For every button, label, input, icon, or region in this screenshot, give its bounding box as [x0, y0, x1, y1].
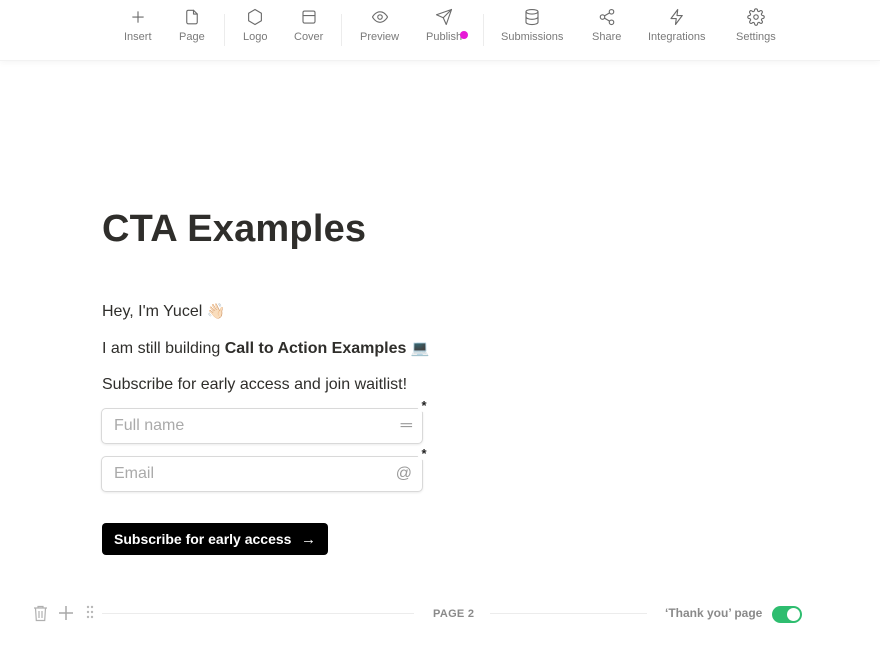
- trash-icon[interactable]: [33, 605, 48, 627]
- page-icon: [186, 9, 198, 25]
- cover-icon: [302, 10, 316, 24]
- submissions-label: Submissions: [501, 31, 564, 43]
- toolbar-divider: [224, 14, 225, 46]
- page-divider-line: [490, 613, 647, 614]
- share-label: Share: [592, 31, 622, 43]
- building-bold: Call to Action Examples: [224, 340, 407, 357]
- logo-button[interactable]: Logo: [243, 8, 267, 43]
- waving-hand-icon: 👋🏻: [206, 303, 226, 320]
- toolbar-divider: [341, 14, 342, 46]
- lightning-icon: [670, 8, 683, 26]
- settings-button[interactable]: Settings: [736, 8, 776, 43]
- subscribe-text: Subscribe for early access and join wait…: [102, 376, 408, 393]
- preview-button[interactable]: Preview: [360, 8, 399, 43]
- preview-label: Preview: [360, 31, 400, 43]
- plus-icon: [131, 11, 144, 23]
- hexagon-icon: [248, 8, 263, 26]
- integrations-label: Integrations: [648, 31, 706, 43]
- page-divider-line: [102, 613, 414, 614]
- gear-icon: [747, 8, 765, 26]
- integrations-button[interactable]: Integrations: [648, 8, 705, 43]
- full-name-field[interactable]: ═ *: [101, 398, 431, 444]
- short-text-icon: ═: [400, 417, 412, 434]
- publish-label: Publish: [426, 31, 463, 43]
- page-break: PAGE 2 ‘Thank you’ page: [0, 600, 880, 628]
- building-text: I am still building Call to Action Examp…: [102, 339, 430, 358]
- plus-icon[interactable]: [58, 605, 74, 626]
- settings-label: Settings: [736, 31, 776, 43]
- insert-label: Insert: [124, 31, 152, 43]
- page-title: CTA Examples: [102, 208, 367, 250]
- drag-handle-icon[interactable]: [86, 605, 94, 624]
- submissions-button[interactable]: Submissions: [501, 8, 563, 43]
- cover-button[interactable]: Cover: [294, 8, 323, 43]
- email-input[interactable]: [112, 464, 386, 484]
- eye-icon: [371, 11, 388, 23]
- subscribe-button-label: Subscribe for early access: [114, 531, 292, 547]
- logo-label: Logo: [243, 31, 268, 43]
- thank-you-page-label: ‘Thank you’ page: [665, 606, 763, 620]
- building-prefix: I am still building: [102, 340, 225, 357]
- thank-you-page-toggle[interactable]: [772, 606, 802, 623]
- full-name-input[interactable]: [112, 416, 386, 436]
- cover-label: Cover: [294, 31, 324, 43]
- laptop-icon: 💻: [410, 340, 430, 357]
- database-icon: [525, 8, 539, 26]
- at-sign-icon: @: [395, 465, 412, 482]
- subscribe-button[interactable]: Subscribe for early access →: [102, 523, 328, 555]
- page-button[interactable]: Page: [179, 8, 205, 43]
- required-asterisk: *: [417, 398, 431, 413]
- share-icon: [599, 8, 614, 26]
- required-asterisk: *: [417, 446, 431, 461]
- arrow-right-icon: →: [301, 530, 316, 548]
- top-toolbar: Insert Page Logo Cover Preview Publish S…: [0, 0, 880, 61]
- insert-button[interactable]: Insert: [124, 8, 152, 43]
- send-icon: [435, 8, 453, 26]
- publish-notification-dot: [460, 31, 468, 39]
- publish-button[interactable]: Publish: [426, 8, 462, 43]
- email-field[interactable]: @ *: [101, 446, 431, 492]
- page-label: Page: [179, 31, 205, 43]
- toolbar-divider: [483, 14, 484, 46]
- greeting-label: Hey, I'm Yucel: [102, 303, 203, 320]
- greeting-text: Hey, I'm Yucel 👋🏻: [102, 302, 225, 321]
- page-number-label: PAGE 2: [433, 608, 475, 620]
- share-button[interactable]: Share: [592, 8, 621, 43]
